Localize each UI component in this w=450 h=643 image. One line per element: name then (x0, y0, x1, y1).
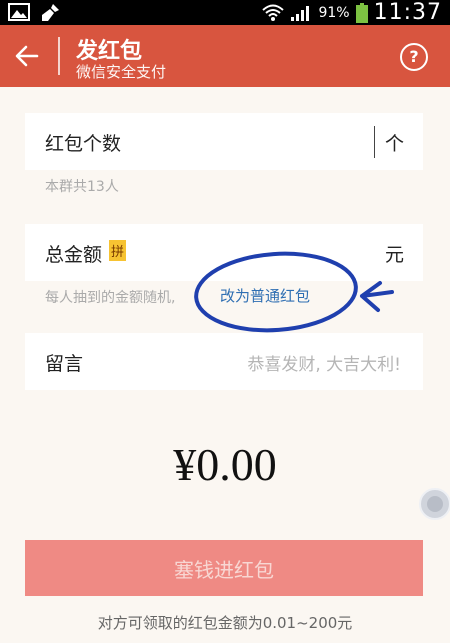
wifi-icon (262, 4, 285, 21)
footer-note: 对方可领取的红包金额为0.01~200元 (97, 614, 353, 632)
text-cursor (374, 126, 375, 158)
submit-label: 塞钱进红包 (174, 557, 274, 582)
count-input[interactable] (225, 121, 373, 161)
total-amount: ¥0.00 (173, 439, 277, 490)
switch-to-normal-link[interactable]: 改为普通红包 (220, 285, 310, 306)
message-card: 留言 恭喜发财, 大吉大利! (25, 333, 423, 390)
back-arrow-icon (15, 45, 39, 67)
signal-icon (291, 5, 310, 21)
clock: 11:37 (373, 0, 442, 25)
battery-icon (355, 2, 368, 23)
amount-hint: 每人抽到的金额随机, (45, 290, 176, 306)
amount-input[interactable] (165, 232, 375, 272)
count-unit: 个 (385, 133, 405, 155)
back-button[interactable] (14, 43, 40, 73)
count-card: 红包个数 个 (25, 113, 423, 170)
floating-assist-button[interactable] (419, 488, 450, 520)
page-subtitle: 微信安全支付 (76, 63, 167, 81)
amount-label: 总金额 (45, 244, 103, 266)
pin-badge: 拼 (109, 240, 127, 261)
count-label: 红包个数 (45, 133, 122, 155)
gallery-icon (8, 3, 30, 21)
submit-button[interactable]: 塞钱进红包 (25, 540, 423, 596)
battery-percent: 91% (318, 4, 350, 21)
help-icon: ? (409, 47, 419, 66)
broom-icon (42, 4, 59, 21)
count-hint: 本群共13人 (45, 179, 119, 195)
message-placeholder: 恭喜发财, 大吉大利! (247, 355, 401, 375)
help-button[interactable]: ? (400, 43, 428, 71)
status-bar: 91% 11:37 (0, 0, 450, 25)
amount-card: 总金额 拼 元 (25, 224, 423, 281)
header-divider (58, 37, 60, 75)
amount-unit: 元 (385, 244, 405, 266)
app-header: 发红包 微信安全支付 ? (0, 25, 450, 87)
annotation-arrow (360, 281, 394, 312)
message-label: 留言 (45, 353, 84, 375)
